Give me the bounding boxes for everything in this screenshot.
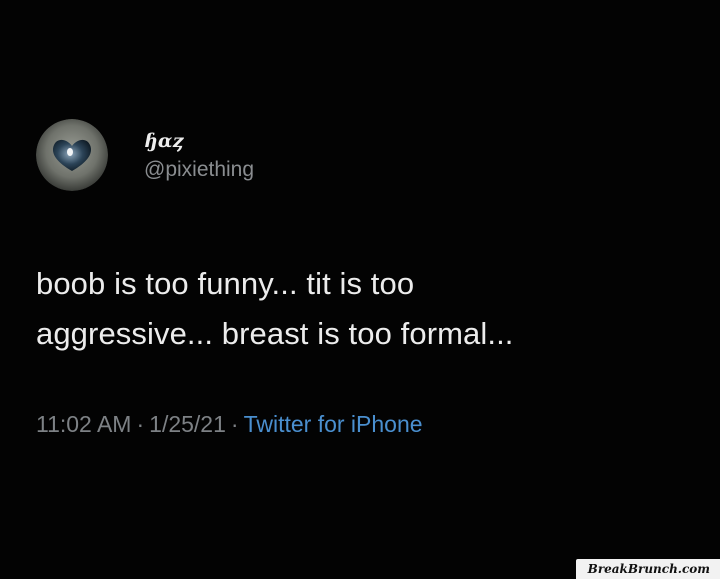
meta-separator-2: · [230, 411, 239, 437]
tweet-time[interactable]: 11:02 AM [36, 411, 131, 437]
user-names: ɧαȥ @pixiething [144, 127, 254, 183]
meta-separator: · [136, 411, 145, 437]
tweet-header: ɧαȥ @pixiething [36, 119, 254, 191]
tweet-card: ɧαȥ @pixiething boob is too funny... tit… [0, 0, 720, 579]
display-name[interactable]: ɧαȥ [144, 129, 254, 153]
tweet-date[interactable]: 1/25/21 [149, 411, 226, 437]
avatar[interactable] [36, 119, 108, 191]
user-handle[interactable]: @pixiething [144, 157, 254, 183]
tweet-source-link[interactable]: Twitter for iPhone [244, 411, 423, 437]
tweet-metadata: 11:02 AM · 1/25/21 · Twitter for iPhone [36, 407, 423, 441]
tweet-text: boob is too funny... tit is too aggressi… [36, 266, 514, 351]
watermark: BreakBrunch.com [575, 559, 720, 579]
